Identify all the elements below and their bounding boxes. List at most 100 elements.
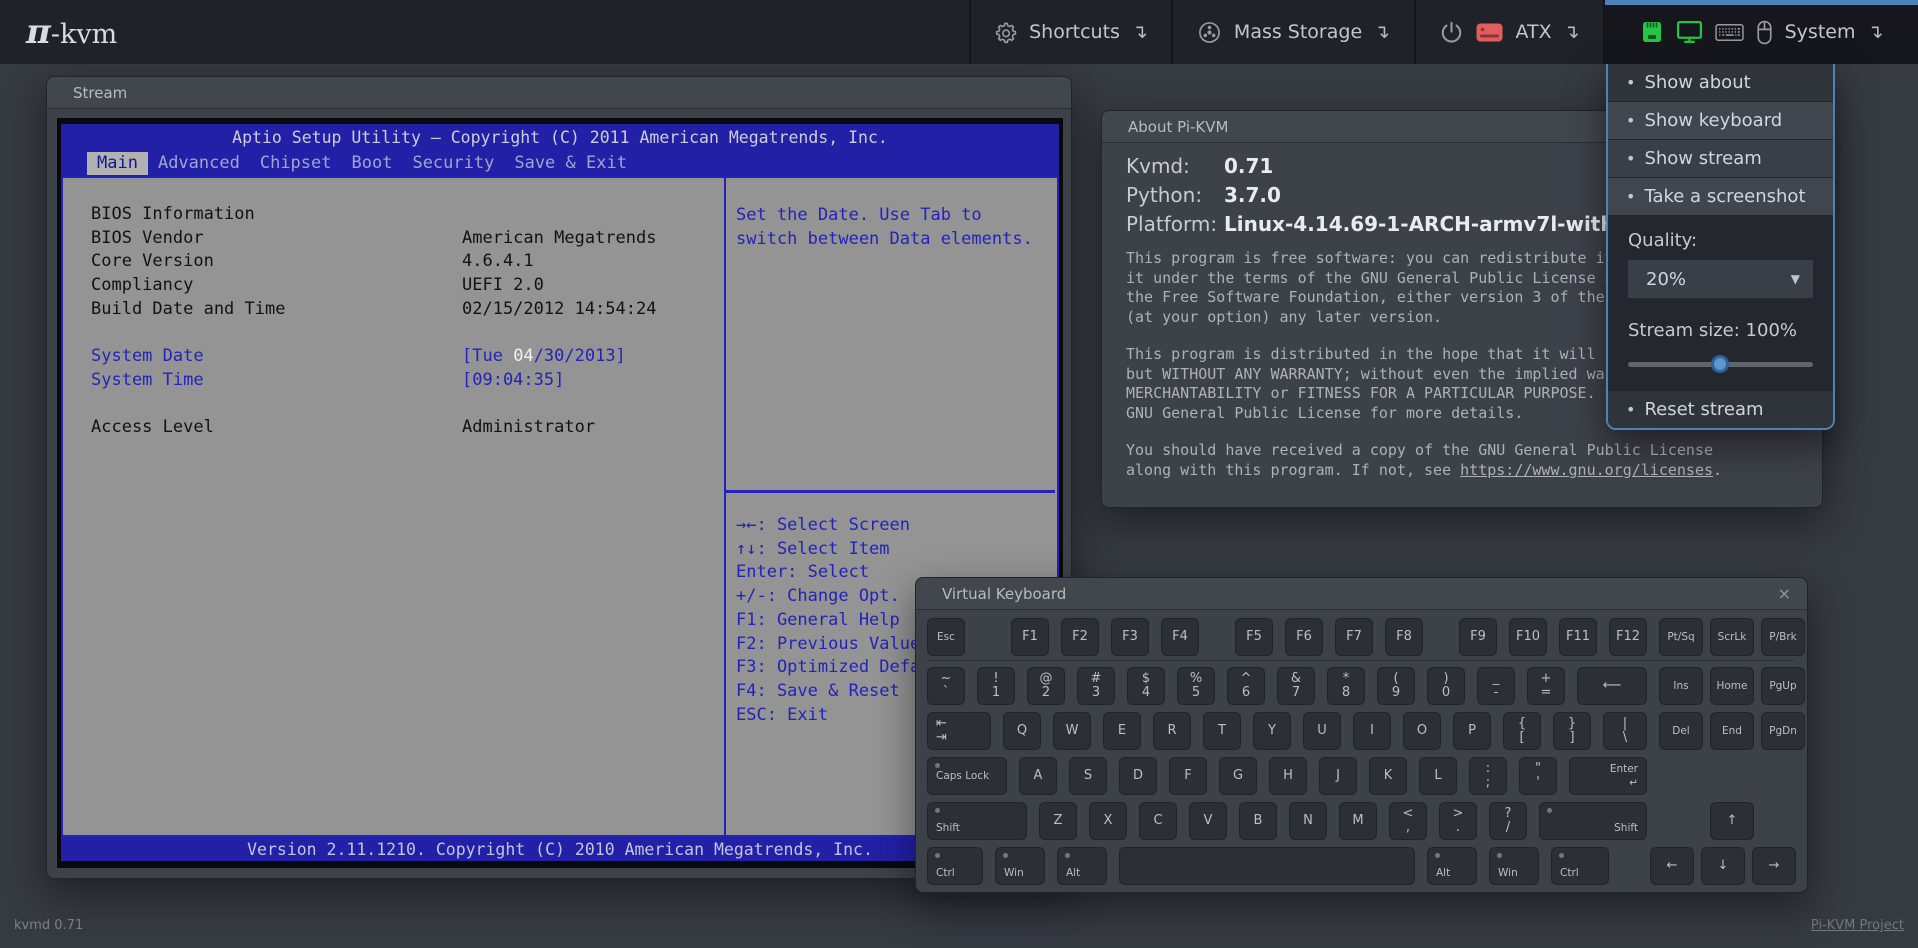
bios-tab-chipset[interactable]: Chipset [250,152,342,175]
key-equals[interactable]: += [1527,667,1565,705]
key-f3[interactable]: F3 [1111,618,1149,656]
key-x[interactable]: X [1089,802,1127,840]
slider-thumb[interactable] [1711,355,1729,373]
menu-system[interactable]: System ↴ [1603,0,1918,64]
key-f6[interactable]: F6 [1285,618,1323,656]
menu-item-show-keyboard[interactable]: •Show keyboard [1608,102,1833,140]
menu-item-take-a-screenshot[interactable]: •Take a screenshot [1608,178,1833,216]
bios-tab-boot[interactable]: Boot [342,152,403,175]
key-semicolon[interactable]: :; [1469,757,1507,795]
key-v[interactable]: V [1189,802,1227,840]
stream-window-titlebar[interactable]: Stream [47,77,1071,109]
key-esc[interactable]: Esc [927,618,965,656]
key-d[interactable]: D [1119,757,1157,795]
pikvm-project-link[interactable]: Pi-KVM Project [1811,918,1904,933]
menu-item-reset-stream[interactable]: • Reset stream [1608,390,1833,428]
key-0[interactable]: )0 [1427,667,1465,705]
key-2[interactable]: @2 [1027,667,1065,705]
key-backspace[interactable]: ⟵ [1577,667,1647,705]
key-win-left[interactable]: Win [995,847,1045,885]
key-arrow-down[interactable]: ↓ [1701,847,1745,885]
close-icon[interactable]: × [1778,584,1791,603]
key-n[interactable]: N [1289,802,1327,840]
key-f5[interactable]: F5 [1235,618,1273,656]
key-f8[interactable]: F8 [1385,618,1423,656]
gnu-license-link[interactable]: https://www.gnu.org/licenses [1460,461,1713,479]
key-f11[interactable]: F11 [1559,618,1597,656]
key-f12[interactable]: F12 [1609,618,1647,656]
key-g[interactable]: G [1219,757,1257,795]
menu-atx[interactable]: ATX ↴ [1414,0,1603,64]
key-slash[interactable]: ?/ [1489,802,1527,840]
key-7[interactable]: &7 [1277,667,1315,705]
key-f10[interactable]: F10 [1509,618,1547,656]
key-comma[interactable]: <, [1389,802,1427,840]
key-q[interactable]: Q [1003,712,1041,750]
key-y[interactable]: Y [1253,712,1291,750]
key-pause-break[interactable]: P/Brk [1761,618,1805,656]
stream-size-slider[interactable] [1628,352,1813,376]
key-u[interactable]: U [1303,712,1341,750]
key-f2[interactable]: F2 [1061,618,1099,656]
key-tab[interactable]: ⇤⇥ [927,712,991,750]
key-arrow-up[interactable]: ↑ [1710,802,1754,840]
key-win-right[interactable]: Win [1489,847,1539,885]
key-caps-lock[interactable]: Caps Lock [927,757,1007,795]
key-ctrl-left[interactable]: Ctrl [927,847,983,885]
key-8[interactable]: *8 [1327,667,1365,705]
key-arrow-left[interactable]: ← [1650,847,1694,885]
key-f1[interactable]: F1 [1011,618,1049,656]
key-t[interactable]: T [1203,712,1241,750]
menu-item-show-stream[interactable]: •Show stream [1608,140,1833,178]
key-quote[interactable]: "' [1519,757,1557,795]
key-bracket-right[interactable]: }] [1553,712,1591,750]
key-r[interactable]: R [1153,712,1191,750]
key-f9[interactable]: F9 [1459,618,1497,656]
bios-tab-security[interactable]: Security [402,152,504,175]
key-home[interactable]: Home [1710,667,1754,705]
key-bracket-left[interactable]: {[ [1503,712,1541,750]
key-minus[interactable]: _- [1477,667,1515,705]
key-4[interactable]: $4 [1127,667,1165,705]
key-backquote[interactable]: ~` [927,667,965,705]
key-enter[interactable]: Enter↵ [1569,757,1647,795]
key-backslash[interactable]: |\ [1603,712,1647,750]
key-end[interactable]: End [1710,712,1754,750]
key-s[interactable]: S [1069,757,1107,795]
key-f[interactable]: F [1169,757,1207,795]
menu-item-show-about[interactable]: •Show about [1608,64,1833,102]
key-c[interactable]: C [1139,802,1177,840]
key-6[interactable]: ^6 [1227,667,1265,705]
quality-select[interactable]: 20% ▼ [1628,260,1813,298]
key-i[interactable]: I [1353,712,1391,750]
key-9[interactable]: (9 [1377,667,1415,705]
key-a[interactable]: A [1019,757,1057,795]
key-k[interactable]: K [1369,757,1407,795]
key-print-screen[interactable]: Pt/Sq [1659,618,1703,656]
key-scroll-lock[interactable]: ScrLk [1710,618,1754,656]
keyboard-window-titlebar[interactable]: Virtual Keyboard × [916,578,1807,610]
bios-tab-save-exit[interactable]: Save & Exit [504,152,637,175]
key-o[interactable]: O [1403,712,1441,750]
key-e[interactable]: E [1103,712,1141,750]
key-5[interactable]: %5 [1177,667,1215,705]
menu-mass-storage[interactable]: Mass Storage ↴ [1171,0,1414,64]
key-f4[interactable]: F4 [1161,618,1199,656]
key-3[interactable]: #3 [1077,667,1115,705]
key-f7[interactable]: F7 [1335,618,1373,656]
key-insert[interactable]: Ins [1659,667,1703,705]
key-ctrl-right[interactable]: Ctrl [1551,847,1609,885]
key-arrow-right[interactable]: → [1752,847,1796,885]
key-period[interactable]: >. [1439,802,1477,840]
key-page-down[interactable]: PgDn [1761,712,1805,750]
key-shift-left[interactable]: Shift [927,802,1027,840]
key-alt-left[interactable]: Alt [1057,847,1107,885]
key-l[interactable]: L [1419,757,1457,795]
key-z[interactable]: Z [1039,802,1077,840]
menu-shortcuts[interactable]: Shortcuts ↴ [969,0,1171,64]
key-h[interactable]: H [1269,757,1307,795]
key-space[interactable] [1119,847,1415,885]
key-w[interactable]: W [1053,712,1091,750]
key-b[interactable]: B [1239,802,1277,840]
key-shift-right[interactable]: Shift [1539,802,1647,840]
